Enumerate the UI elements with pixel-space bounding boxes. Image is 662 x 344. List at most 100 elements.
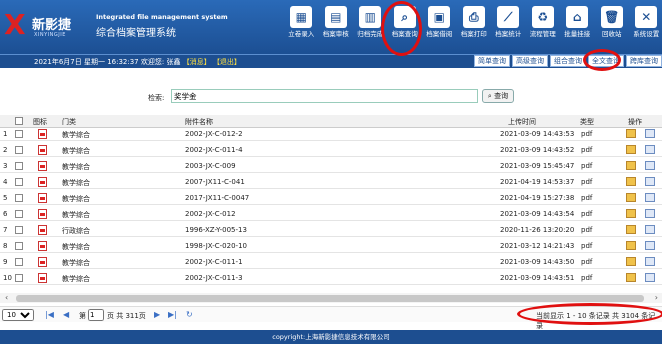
next-page-icon[interactable]: ▶ [154,310,160,319]
row-name[interactable]: 2017-JX11-C-0047 [185,194,249,202]
toolbar-button[interactable]: ▦ 立卷录入 [284,2,319,54]
view-icon[interactable] [645,257,655,266]
horizontal-scrollbar[interactable]: ‹ › [0,293,662,303]
header-name: 附件名称 [185,118,213,126]
view-icon[interactable] [645,225,655,234]
page-input[interactable] [88,309,104,321]
view-icon[interactable] [645,209,655,218]
table-row[interactable]: 8 教学综合 1998-JX-C-020-10 2021-03-12 14:21:43… [0,240,662,253]
row-name[interactable]: 1996-XZ-Y-005-13 [185,226,247,234]
table-row[interactable]: 10 教学综合 2002-JX-C-011-3 2021-03-09 14:43:51… [0,272,662,285]
toolbar-label: 系统设置 [633,30,660,38]
view-icon[interactable] [645,145,655,154]
download-icon[interactable] [626,145,636,154]
toolbar-button[interactable]: ♻ 流程管理 [526,2,561,54]
row-checkbox[interactable] [15,242,23,250]
query-tab[interactable]: 简单查询 [474,55,510,67]
table-row[interactable]: 2 教学综合 2002-JX-C-011-4 2021-03-09 14:43:52 p… [0,144,662,157]
toolbar-button[interactable]: 🗑 回收站 [595,2,630,54]
download-icon[interactable] [626,129,636,138]
first-page-icon[interactable]: |◀ [45,310,54,319]
toolbar-button[interactable]: ⌕ 档案查询 [388,2,423,54]
row-checkbox[interactable] [15,210,23,218]
row-type: pdf [581,274,593,282]
search-button[interactable]: ⌕ 查询 [482,89,514,103]
scroll-thumb[interactable] [16,295,644,302]
logo-sub: XINYINGJIE [34,32,66,38]
table-row[interactable]: 7 行政综合 1996-XZ-Y-005-13 2020-11-26 13:20:20… [0,224,662,237]
download-icon[interactable] [626,273,636,282]
row-checkbox[interactable] [15,226,23,234]
pdf-icon [38,145,47,155]
table-row[interactable]: 1 教学综合 2002-JX-C-012-2 2021-03-09 14:43:53 p… [0,128,662,141]
row-checkbox[interactable] [15,178,23,186]
view-icon[interactable] [645,129,655,138]
row-checkbox[interactable] [15,146,23,154]
download-icon[interactable] [626,177,636,186]
refresh-icon[interactable]: ↻ [186,310,193,319]
download-icon[interactable] [626,209,636,218]
row-number: 10 [3,274,12,282]
row-checkbox[interactable] [15,130,23,138]
row-name[interactable]: 1998-JX-C-020-10 [185,242,247,250]
table-row[interactable]: 3 教学综合 2003-JX-C-009 2021-03-09 15:45:47 pdf [0,160,662,173]
toolbar-button[interactable]: ▤ 档案审核 [319,2,354,54]
row-name[interactable]: 2002-JX-C-011-4 [185,146,243,154]
search-input[interactable] [171,89,478,103]
row-type: pdf [581,162,593,170]
row-number: 8 [3,242,8,250]
view-icon[interactable] [645,273,655,282]
row-number: 1 [3,130,8,138]
message-link[interactable]: 【消息】 [183,58,211,66]
view-icon[interactable] [645,193,655,202]
page-size-select[interactable]: 10 [2,309,34,321]
row-type: pdf [581,130,593,138]
row-name[interactable]: 2003-JX-C-009 [185,162,236,170]
download-icon[interactable] [626,241,636,250]
download-icon[interactable] [626,161,636,170]
toolbar-button[interactable]: ▥ 归档完成 [353,2,388,54]
scroll-right-icon[interactable]: › [655,293,658,302]
table-row[interactable]: 5 教学综合 2017-JX11-C-0047 2021-04-19 15:27:38… [0,192,662,205]
row-name[interactable]: 2002-JX-C-012 [185,210,236,218]
row-type: pdf [581,258,593,266]
query-tab[interactable]: 高级查询 [512,55,548,67]
header-category: 门类 [62,118,76,126]
row-checkbox[interactable] [15,162,23,170]
table-row[interactable]: 6 教学综合 2002-JX-C-012 2021-03-09 14:43:54 pdf [0,208,662,221]
download-icon[interactable] [626,193,636,202]
search-bar: 检索: ⌕ 查询 [0,84,662,106]
row-checkbox[interactable] [15,194,23,202]
row-checkbox[interactable] [15,274,23,282]
download-icon[interactable] [626,257,636,266]
prev-page-icon[interactable]: ◀ [63,310,69,319]
table-row[interactable]: 9 教学综合 2002-JX-C-011-1 2021-03-09 14:43:50 p… [0,256,662,269]
row-name[interactable]: 2002-JX-C-011-3 [185,274,243,282]
row-time: 2021-03-09 14:43:54 [500,210,575,218]
view-icon[interactable] [645,177,655,186]
download-icon[interactable] [626,225,636,234]
toolbar-button[interactable]: ▣ 档案借阅 [422,2,457,54]
row-checkbox[interactable] [15,258,23,266]
query-tab[interactable]: 组合查询 [550,55,586,67]
row-name[interactable]: 2002-JX-C-012-2 [185,130,243,138]
scroll-left-icon[interactable]: ‹ [5,293,8,302]
logout-link[interactable]: 【退出】 [213,58,241,66]
toolbar-button[interactable]: ⌂ 批量挂接 [560,2,595,54]
view-icon[interactable] [645,161,655,170]
last-page-icon[interactable]: ▶| [168,310,177,319]
view-icon[interactable] [645,241,655,250]
row-name[interactable]: 2002-JX-C-011-1 [185,258,243,266]
toolbar-button[interactable]: ⟋ 档案统计 [491,2,526,54]
row-name[interactable]: 2007-JX11-C-041 [185,178,245,186]
query-tab[interactable]: 跨库查询 [626,55,662,67]
system-title-en: Integrated file management system [96,13,228,21]
select-all-checkbox[interactable] [15,117,23,125]
archive-done-icon: ▥ [359,6,382,28]
table-row[interactable]: 4 教学综合 2007-JX11-C-041 2021-04-19 14:53:37 p… [0,176,662,189]
toolbar-button[interactable]: ⎙ 档案打印 [457,2,492,54]
pager: 10 |◀ ◀ 第 页 共 311页 ▶ ▶| ↻ 当前显示 1 - 10 条记… [0,306,662,330]
query-tab[interactable]: 全文查询 [588,55,624,67]
toolbar-button[interactable]: ✕ 系统设置 [629,2,662,54]
row-category: 行政综合 [62,227,90,235]
